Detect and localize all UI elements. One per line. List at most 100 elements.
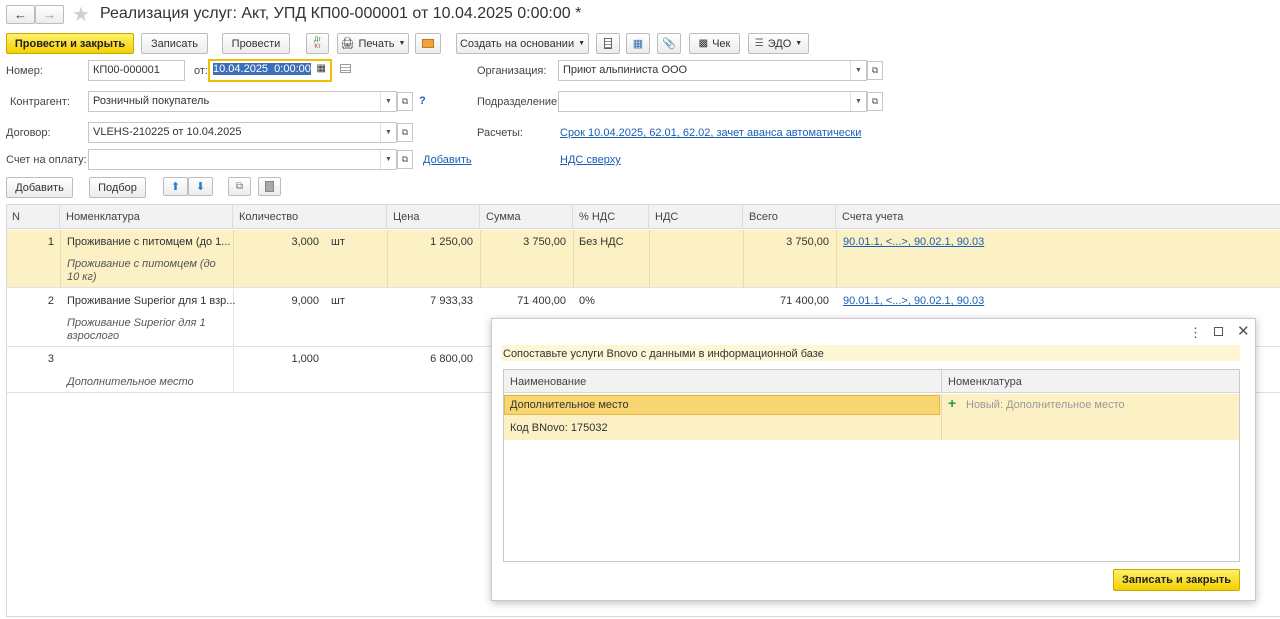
row-description: Проживание Superior для 1 взрослого bbox=[67, 317, 206, 342]
row-number: 1 bbox=[47, 236, 54, 248]
move-down-button[interactable]: ⬇ bbox=[188, 177, 213, 196]
row-quantity: 3,000 bbox=[291, 236, 319, 248]
calendar-icon[interactable]: ▦ bbox=[317, 63, 326, 74]
close-icon[interactable]: ✕ bbox=[1237, 322, 1250, 340]
dialog-message: Сопоставьте услуги Bnovo с данными в инф… bbox=[503, 348, 824, 360]
col-total[interactable]: Всего bbox=[743, 205, 836, 229]
check-label: Чек bbox=[712, 37, 731, 50]
contractor-field[interactable]: Розничный покупатель ▼ bbox=[88, 91, 397, 112]
forward-button[interactable]: → bbox=[35, 5, 64, 24]
col-n[interactable]: N bbox=[6, 205, 60, 229]
col-nomenclature[interactable]: Номенклатура bbox=[60, 205, 233, 229]
chevron-down-icon[interactable]: ▼ bbox=[380, 92, 396, 111]
row-unit: шт bbox=[331, 295, 345, 307]
edo-button[interactable]: ☰ ЭДО ▼ bbox=[748, 33, 809, 54]
help-icon[interactable]: ? bbox=[419, 95, 426, 107]
new-item-placeholder[interactable]: Новый: Дополнительное место bbox=[966, 399, 1125, 411]
row-accounts-link[interactable]: 90.01.1, <...>, 90.02.1, 90.03 bbox=[843, 295, 984, 307]
row-quantity: 9,000 bbox=[291, 295, 319, 307]
col-price[interactable]: Цена bbox=[387, 205, 480, 229]
window-title: Реализация услуг: Акт, УПД КП00-000001 о… bbox=[100, 5, 582, 22]
invoice-field[interactable]: ▼ bbox=[88, 149, 397, 170]
department-field[interactable]: ▼ bbox=[558, 91, 867, 112]
save-and-close-button[interactable]: Записать и закрыть bbox=[1113, 569, 1240, 591]
mapping-row-name: Дополнительное место bbox=[510, 399, 629, 411]
row-vat-rate: Без НДС bbox=[579, 236, 624, 248]
add-row-button[interactable]: Добавить bbox=[6, 177, 73, 198]
contract-field[interactable]: VLEHS-210225 от 10.04.2025 ▼ bbox=[88, 122, 397, 143]
chevron-down-icon: ▼ bbox=[398, 40, 406, 47]
open-organization-icon[interactable]: ⧉ bbox=[867, 61, 883, 80]
open-contract-icon[interactable]: ⧉ bbox=[397, 123, 413, 142]
save-button[interactable]: Записать bbox=[141, 33, 208, 54]
pick-button[interactable]: Подбор bbox=[89, 177, 146, 198]
check-button[interactable]: ▩ Чек bbox=[689, 33, 740, 54]
col-quantity[interactable]: Количество bbox=[233, 205, 387, 229]
contractor-value: Розничный покупатель bbox=[93, 95, 210, 107]
col-nomenclature[interactable]: Номенклатура bbox=[948, 376, 1022, 388]
mapping-grid-header: Наименование Номенклатура bbox=[504, 370, 1239, 393]
divider bbox=[836, 230, 837, 288]
report-button[interactable] bbox=[596, 33, 620, 54]
paste-row-button[interactable] bbox=[258, 177, 281, 196]
settlements-label: Расчеты: bbox=[477, 127, 523, 139]
row-accounts-link[interactable]: 90.01.1, <...>, 90.02.1, 90.03 bbox=[843, 236, 984, 248]
dt-kt-button[interactable]: Дт Кт bbox=[306, 33, 329, 54]
chevron-down-icon[interactable]: ▼ bbox=[380, 150, 396, 169]
back-button[interactable]: ← bbox=[6, 5, 35, 24]
number-field[interactable]: КП00-000001 bbox=[88, 60, 185, 81]
edo-label: ЭДО bbox=[767, 37, 792, 50]
arrow-down-icon: ⬇ bbox=[195, 181, 206, 193]
attach-button[interactable]: 📎 bbox=[657, 33, 681, 54]
row-description: Дополнительное место bbox=[67, 376, 194, 388]
open-contractor-icon[interactable]: ⧉ bbox=[397, 92, 413, 111]
post-button[interactable]: Провести bbox=[222, 33, 290, 54]
create-based-on-button[interactable]: Создать на основании ▼ bbox=[456, 33, 589, 54]
table-row[interactable]: 1 Проживание с питомцем (до 1... Прожива… bbox=[6, 230, 1280, 288]
plus-icon[interactable]: + bbox=[948, 395, 956, 411]
col-name[interactable]: Наименование bbox=[510, 376, 586, 388]
copy-row-button[interactable]: ⧉ bbox=[228, 177, 251, 196]
divider bbox=[60, 230, 61, 288]
favorite-star-icon[interactable]: ★ bbox=[72, 2, 90, 27]
email-button[interactable] bbox=[415, 33, 441, 54]
arrow-up-icon: ⬆ bbox=[170, 181, 181, 193]
chevron-down-icon[interactable]: ▼ bbox=[850, 61, 866, 80]
row-price: 1 250,00 bbox=[430, 236, 473, 248]
post-and-close-button[interactable]: Провести и закрыть bbox=[6, 33, 134, 54]
col-sum[interactable]: Сумма bbox=[480, 205, 573, 229]
organization-label: Организация: bbox=[477, 65, 547, 77]
comment-icon[interactable] bbox=[340, 64, 351, 73]
dt-label: Дт bbox=[314, 36, 321, 43]
add-invoice-link[interactable]: Добавить bbox=[423, 154, 472, 166]
chevron-down-icon: ▼ bbox=[795, 40, 803, 47]
open-invoice-icon[interactable]: ⧉ bbox=[397, 150, 413, 169]
mapping-dialog: ⋮ ✕ Сопоставьте услуги Bnovo с данными в… bbox=[491, 318, 1256, 601]
more-options-icon[interactable]: ⋮ bbox=[1189, 325, 1202, 341]
chevron-down-icon[interactable]: ▼ bbox=[380, 123, 396, 142]
mapping-row[interactable]: Дополнительное место Код BNovo: 175032 +… bbox=[504, 394, 1239, 440]
number-label: Номер: bbox=[6, 65, 43, 77]
create-based-label: Создать на основании bbox=[459, 37, 575, 50]
envelope-icon bbox=[422, 39, 434, 48]
date-field[interactable]: 10.04.2025 0:00:00 ▦ bbox=[208, 59, 332, 82]
col-accounts[interactable]: Счета учета bbox=[836, 205, 1280, 229]
chevron-down-icon[interactable]: ▼ bbox=[850, 92, 866, 111]
col-vat-rate[interactable]: % НДС bbox=[573, 205, 649, 229]
vat-on-top-link[interactable]: НДС сверху bbox=[560, 154, 621, 166]
row-vat-rate: 0% bbox=[579, 295, 595, 307]
mapping-grid: Наименование Номенклатура Дополнительное… bbox=[503, 369, 1240, 562]
open-department-icon[interactable]: ⧉ bbox=[867, 92, 883, 111]
row-price: 7 933,33 bbox=[430, 295, 473, 307]
arrow-right-icon: → bbox=[43, 7, 56, 22]
table-bottom-border bbox=[6, 616, 1280, 617]
maximize-icon[interactable] bbox=[1214, 327, 1223, 336]
row-sum: 3 750,00 bbox=[523, 236, 566, 248]
move-up-button[interactable]: ⬆ bbox=[163, 177, 188, 196]
row-price: 6 800,00 bbox=[430, 353, 473, 365]
structure-button[interactable]: ▦ bbox=[626, 33, 650, 54]
print-button[interactable]: 🖨 Печать ▼ bbox=[337, 33, 409, 54]
settlements-link[interactable]: Срок 10.04.2025, 62.01, 62.02, зачет ава… bbox=[560, 127, 861, 139]
col-vat[interactable]: НДС bbox=[649, 205, 743, 229]
organization-field[interactable]: Приют альпиниста ООО ▼ bbox=[558, 60, 867, 81]
